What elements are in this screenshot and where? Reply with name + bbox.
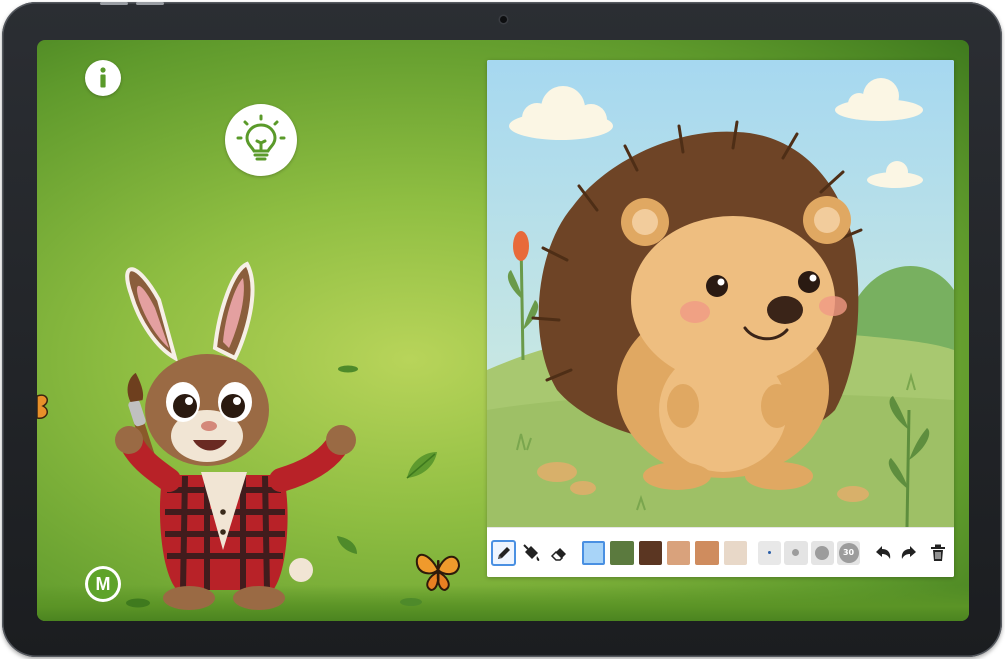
leaf-decor — [406, 452, 437, 479]
pencil-icon — [497, 546, 510, 559]
brush-size-label: 30 — [838, 542, 859, 563]
coloring-panel: 30 — [487, 60, 954, 577]
info-button[interactable] — [85, 60, 121, 96]
pencil-tool[interactable] — [491, 539, 517, 566]
volume-button — [100, 2, 128, 5]
color-swatch-sky[interactable] — [581, 540, 606, 565]
trash-icon — [931, 544, 946, 561]
bunny-mascot — [115, 261, 356, 610]
brush-size-tiny[interactable] — [757, 540, 782, 565]
paint-bucket-icon — [523, 543, 540, 561]
eraser-icon — [551, 547, 567, 561]
brush-size-medium[interactable] — [810, 540, 834, 565]
power-button — [136, 2, 164, 5]
brand-badge[interactable]: M — [85, 566, 121, 602]
lightbulb-icon — [236, 114, 286, 161]
drawing-canvas[interactable] — [487, 60, 954, 527]
butterfly-decor — [37, 394, 48, 419]
brush-size-small[interactable] — [784, 540, 808, 565]
eraser-tool[interactable] — [548, 540, 573, 566]
butterfly-decor — [415, 554, 461, 592]
leaf-decor — [400, 598, 422, 606]
clear-button[interactable] — [926, 540, 951, 566]
color-swatch-orange[interactable] — [695, 540, 719, 565]
redo-button[interactable] — [897, 540, 922, 566]
drawing-toolbar: 30 — [487, 527, 954, 577]
color-swatch-green[interactable] — [610, 540, 634, 565]
fill-tool[interactable] — [519, 540, 544, 566]
info-icon — [100, 67, 106, 88]
undo-button[interactable] — [869, 540, 894, 566]
undo-icon — [875, 545, 890, 559]
brand-logo-icon: M — [88, 569, 118, 599]
redo-icon — [901, 545, 917, 559]
color-swatch-tan[interactable] — [666, 540, 691, 565]
hint-button[interactable] — [225, 104, 297, 176]
brush-size-30[interactable]: 30 — [836, 540, 861, 565]
app-screen: M 30 — [37, 40, 969, 621]
color-swatch-brown[interactable] — [638, 540, 662, 565]
color-swatch-cream[interactable] — [723, 540, 748, 565]
front-camera — [500, 16, 507, 23]
